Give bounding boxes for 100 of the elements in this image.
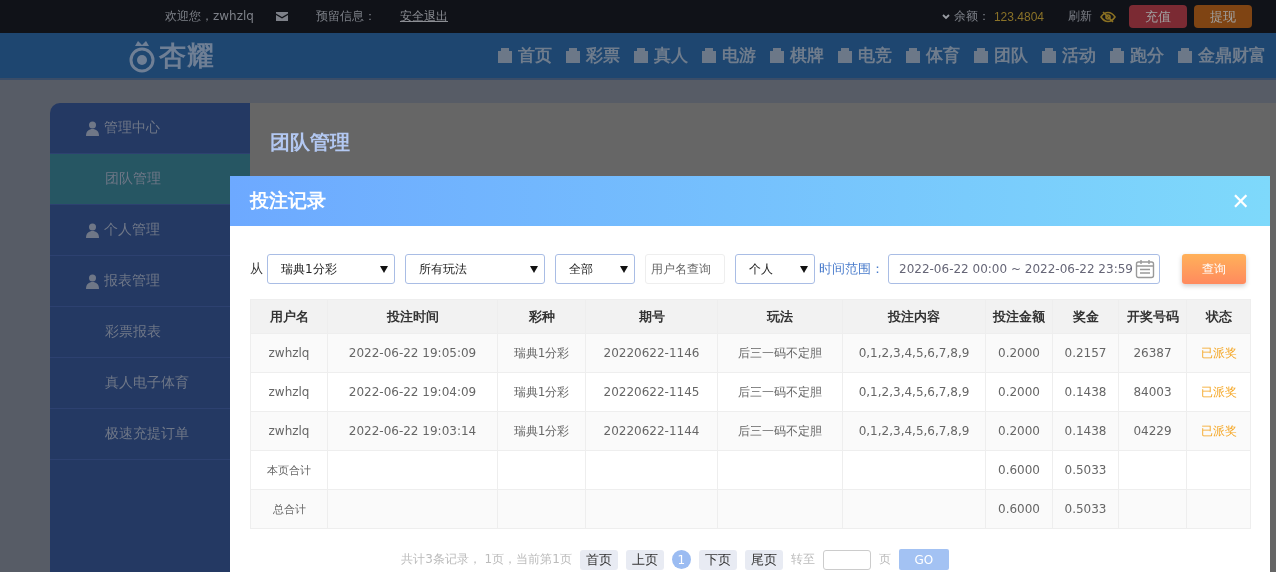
page-button[interactable]: 下页 <box>698 549 737 570</box>
nav-icon <box>1108 46 1126 65</box>
nav-item[interactable]: 跑分 <box>1102 44 1170 67</box>
calendar-icon[interactable] <box>1135 259 1155 279</box>
table-cell: 04229 <box>1118 411 1187 451</box>
total-label: 本页合计 <box>250 450 328 490</box>
table-cell: 后三一码不定胆 <box>717 333 843 373</box>
from-label: 从 <box>250 260 263 278</box>
nav-item[interactable]: 电竞 <box>830 44 898 67</box>
table-cell: 0.2000 <box>985 333 1053 373</box>
column-header: 状态 <box>1186 299 1251 334</box>
nav-item[interactable]: 活动 <box>1034 44 1102 67</box>
date-range-field[interactable]: 2022-06-22 00:00 ~ 2022-06-22 23:59 <box>888 254 1160 284</box>
nav-icon <box>700 46 718 65</box>
nav-item[interactable]: 体育 <box>898 44 966 67</box>
table-cell: 2022-06-22 19:04:09 <box>327 372 498 412</box>
sidebar-item[interactable]: 团队管理 <box>50 154 250 205</box>
nav-icon <box>564 46 582 65</box>
column-header: 投注内容 <box>842 299 986 334</box>
goto-label: 转至 <box>790 551 815 568</box>
nav-icon <box>1176 46 1194 65</box>
query-button[interactable]: 查询 <box>1182 254 1246 284</box>
modal-title: 投注记录 <box>250 188 326 213</box>
nav-icon <box>972 46 990 65</box>
page-button[interactable]: 1 <box>671 550 691 569</box>
table-cell: 0,1,2,3,4,5,6,7,8,9 <box>842 333 986 373</box>
table-cell: 0,1,2,3,4,5,6,7,8,9 <box>842 411 986 451</box>
nav-icon <box>904 46 922 65</box>
column-header: 玩法 <box>717 299 843 334</box>
table-cell: zwhzlq <box>250 333 328 373</box>
page-label: 页 <box>878 551 891 568</box>
page-number-field[interactable] <box>822 549 871 570</box>
page-button[interactable]: 上页 <box>625 549 664 570</box>
table-cell: zwhzlq <box>250 372 328 412</box>
reserved-info-label: 预留信息： <box>315 8 376 25</box>
crown-emblem-icon <box>127 38 157 73</box>
top-bar-button[interactable]: 提现 <box>1194 5 1252 28</box>
table-cell: 0.1438 <box>1052 411 1119 451</box>
table-cell: 0.5033 <box>1052 489 1119 529</box>
status-cell: 已派奖 <box>1186 372 1251 412</box>
dropdown[interactable]: 所有玩法 <box>405 254 545 284</box>
table-cell: 20220622-1145 <box>585 372 718 412</box>
caret-icon[interactable] <box>941 13 950 20</box>
close-button[interactable]: ✕ <box>1231 188 1250 214</box>
top-bar-button[interactable]: 充值 <box>1129 5 1187 28</box>
table-cell: 0.6000 <box>985 489 1053 529</box>
nav-icon <box>768 46 786 65</box>
logo[interactable]: 杏耀 <box>127 37 215 74</box>
user-icon <box>85 273 100 289</box>
envelope-icon[interactable] <box>275 12 288 21</box>
time-range-label: 时间范围： <box>819 260 884 278</box>
caret-down-icon <box>800 265 808 273</box>
user-icon <box>85 120 100 136</box>
nav-item[interactable]: 团队 <box>966 44 1034 67</box>
column-header: 期号 <box>585 299 718 334</box>
logout-link[interactable]: 安全退出 <box>399 8 448 25</box>
page-button[interactable]: 尾页 <box>744 549 783 570</box>
table-cell: 0.2157 <box>1052 333 1119 373</box>
dropdown[interactable]: 全部 <box>555 254 635 284</box>
nav-item[interactable]: 真人 <box>626 44 694 67</box>
page-title: 团队管理 <box>270 129 351 156</box>
table-cell: 0.6000 <box>985 450 1053 490</box>
table-cell: 0,1,2,3,4,5,6,7,8,9 <box>842 372 986 412</box>
page-summary: 共计3条记录， 1页，当前第1页 <box>401 551 572 568</box>
username-search-field[interactable]: 用户名查询 <box>645 254 725 284</box>
status-cell: 已派奖 <box>1186 411 1251 451</box>
welcome-text: 欢迎您，zwhzlq <box>165 8 254 25</box>
caret-down-icon <box>530 265 538 273</box>
table-cell: 后三一码不定胆 <box>717 411 843 451</box>
dropdown[interactable]: 个人 <box>735 254 815 284</box>
table-cell: 瑞典1分彩 <box>497 333 586 373</box>
user-icon <box>85 222 100 238</box>
column-header: 奖金 <box>1052 299 1119 334</box>
table-cell: 0.5033 <box>1052 450 1119 490</box>
table-cell: 0.1438 <box>1052 372 1119 412</box>
nav-icon <box>836 46 854 65</box>
balance-label: 余额： <box>953 8 990 25</box>
status-cell: 已派奖 <box>1186 333 1251 373</box>
table-cell: 0.2000 <box>985 411 1053 451</box>
eye-slash-icon[interactable] <box>1100 10 1116 23</box>
nav-item[interactable]: 首页 <box>490 44 558 67</box>
nav-item[interactable]: 电游 <box>694 44 762 67</box>
total-label: 总合计 <box>250 489 328 529</box>
nav-item[interactable]: 棋牌 <box>762 44 830 67</box>
go-button[interactable]: GO <box>898 549 949 570</box>
nav-item[interactable]: 金鼎财富 <box>1170 44 1272 67</box>
table-cell: 瑞典1分彩 <box>497 411 586 451</box>
refresh-link[interactable]: 刷新 <box>1068 8 1092 25</box>
table-cell: 20220622-1144 <box>585 411 718 451</box>
balance-value: 123.4804 <box>993 9 1044 24</box>
dropdown[interactable]: 瑞典1分彩 <box>267 254 395 284</box>
nav-item[interactable]: 彩票 <box>558 44 626 67</box>
column-header: 投注时间 <box>327 299 498 334</box>
nav-icon <box>632 46 650 65</box>
table-cell: zwhzlq <box>250 411 328 451</box>
table-cell: 瑞典1分彩 <box>497 372 586 412</box>
caret-down-icon <box>380 265 388 273</box>
table-cell: 2022-06-22 19:03:14 <box>327 411 498 451</box>
column-header: 开奖号码 <box>1118 299 1187 334</box>
page-button[interactable]: 首页 <box>579 549 618 570</box>
